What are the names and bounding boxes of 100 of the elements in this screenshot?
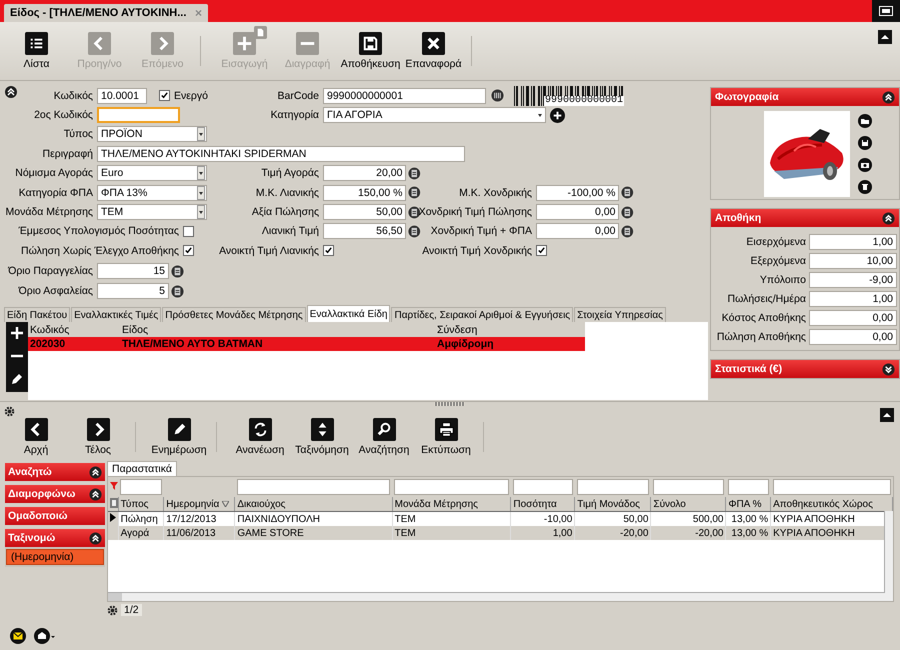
camera-icon[interactable] — [858, 158, 872, 172]
column-header[interactable]: Σύνολο — [650, 497, 726, 512]
column-header[interactable]: Ημερομηνία — [164, 497, 235, 512]
group-header[interactable]: Διαμορφώνω — [5, 485, 105, 503]
number-field[interactable]: -100,00 % — [536, 184, 620, 201]
print-button[interactable]: Εκτύπωση — [415, 418, 477, 456]
tab[interactable]: Παρτίδες, Σειρακοί Αριθμοί & Εγγυήσεις — [391, 307, 574, 322]
envelope-icon[interactable] — [10, 628, 26, 644]
filter-field[interactable] — [120, 479, 162, 495]
tab[interactable]: Είδη Πακέτου — [4, 307, 70, 322]
gear-icon[interactable] — [107, 604, 118, 616]
add-icon[interactable] — [550, 108, 565, 123]
filter-field[interactable] — [576, 479, 649, 495]
column-header[interactable]: Μονάδα Μέτρησης — [392, 497, 511, 512]
barcode-field[interactable]: 9990000000001 — [323, 88, 486, 104]
collapse-icon[interactable] — [89, 488, 102, 500]
folder-icon[interactable] — [858, 114, 872, 128]
group-header[interactable]: Ομαδοποιώ — [5, 507, 105, 525]
type-dropdown[interactable]: ΠΡΟΪΟΝ — [97, 126, 207, 142]
column-header[interactable]: Τιμή Μονάδος — [574, 497, 651, 512]
tab[interactable]: Εναλλακτικές Τιμές — [71, 307, 162, 322]
column-header[interactable]: Αποθηκευτικός Χώρος — [770, 497, 892, 512]
collapse-icon[interactable] — [89, 466, 102, 478]
filter-field[interactable] — [652, 479, 724, 495]
calculator-icon[interactable] — [408, 186, 421, 200]
checkbox[interactable] — [536, 245, 547, 256]
calculator-icon[interactable] — [408, 224, 421, 238]
column-header[interactable]: Τύπος — [118, 497, 164, 512]
last-button[interactable]: Τέλος — [67, 418, 129, 456]
dropdown[interactable]: ΤΕΜ — [97, 204, 207, 220]
number-field[interactable]: 5 — [97, 283, 169, 300]
filter-icon[interactable] — [110, 482, 118, 490]
first-button[interactable]: Αρχή — [5, 418, 67, 456]
tab[interactable]: Παραστατικά — [107, 461, 177, 476]
checkbox[interactable] — [183, 245, 194, 256]
column-header[interactable]: ΦΠΑ % — [726, 497, 771, 512]
collapse-icon[interactable] — [882, 212, 895, 224]
horizontal-scrollbar[interactable] — [108, 592, 885, 601]
checkbox[interactable] — [323, 245, 334, 256]
number-field[interactable]: 15 — [97, 263, 169, 280]
filter-field[interactable] — [394, 479, 509, 495]
panel-header[interactable]: Στατιστικά (€) — [711, 360, 899, 378]
number-field[interactable]: 56,50 — [323, 223, 406, 240]
table-row[interactable]: 202030 ΤΗΛΕ/ΜΕΝΟ ΑΥΤΟ BATMAN Αμφίδρομη — [28, 337, 585, 351]
filter-field[interactable] — [512, 479, 573, 495]
calculator-icon[interactable] — [408, 166, 421, 180]
collapse-icon[interactable] — [878, 30, 892, 44]
collapse-icon[interactable] — [5, 86, 17, 98]
calculator-icon[interactable] — [621, 186, 634, 200]
number-field[interactable]: 0,00 — [536, 223, 620, 240]
window-menu-button[interactable] — [872, 0, 900, 22]
refresh-button[interactable]: Ανανέωση — [229, 418, 291, 456]
splitter-handle[interactable] — [435, 402, 465, 406]
list-button[interactable]: Λίστα — [5, 32, 68, 70]
dropdown[interactable]: ΦΠΑ 13% — [97, 184, 207, 201]
column-header[interactable]: Ποσότητα — [510, 497, 575, 512]
collapse-icon[interactable] — [89, 532, 102, 544]
trash-icon[interactable] — [858, 180, 872, 194]
home-menu-icon[interactable] — [34, 628, 56, 644]
category-dropdown[interactable]: ΓΙΑ ΑΓΟΡΙΑ — [323, 107, 546, 124]
second-code-field[interactable] — [97, 107, 180, 124]
sort-button[interactable]: Ταξινόμηση — [291, 418, 353, 456]
number-field[interactable]: 20,00 — [323, 165, 406, 182]
tab[interactable]: Πρόσθετες Μονάδες Μέτρησης — [162, 307, 306, 322]
save-button[interactable]: Αποθήκευση — [339, 32, 402, 70]
barcode-scan-icon[interactable] — [491, 89, 504, 102]
calculator-icon[interactable] — [171, 264, 184, 278]
panel-header[interactable]: Φωτογραφία — [711, 88, 899, 106]
vertical-scrollbar[interactable] — [884, 511, 893, 601]
dropdown[interactable]: Euro — [97, 165, 207, 182]
group-header[interactable]: Αναζητώ — [5, 463, 105, 481]
floppy-disk-icon[interactable] — [858, 136, 872, 150]
number-field[interactable]: 150,00 % — [323, 184, 406, 201]
column-chooser-icon[interactable] — [110, 498, 118, 508]
panel-header[interactable]: Αποθήκη — [711, 209, 899, 227]
number-field[interactable]: 0,00 — [536, 204, 620, 220]
reset-button[interactable]: Επαναφορά — [402, 32, 465, 70]
code-field[interactable]: 10.0001 — [97, 88, 147, 104]
collapse-icon[interactable] — [880, 408, 894, 422]
gear-icon[interactable] — [4, 406, 15, 417]
collapse-icon[interactable] — [882, 90, 895, 104]
description-field[interactable]: ΤΗΛΕ/ΜΕΝΟ ΑΥΤΟΚΙΝΗΤΑΚΙ SPIDERMAN — [97, 146, 465, 162]
document-icon[interactable] — [254, 26, 267, 39]
calculator-icon[interactable] — [621, 224, 634, 238]
calculator-icon[interactable] — [621, 206, 634, 219]
calculator-icon[interactable] — [171, 284, 184, 298]
search-button[interactable]: Αναζήτηση — [353, 418, 415, 456]
number-field[interactable]: 50,00 — [323, 204, 406, 220]
checkbox[interactable] — [183, 226, 194, 237]
tab[interactable]: Εναλλακτικά Είδη — [306, 305, 390, 322]
filter-field[interactable] — [772, 479, 890, 495]
checkbox[interactable] — [159, 90, 170, 102]
column-header[interactable]: Δικαιούχος — [234, 497, 392, 512]
sort-item[interactable]: (Ημερομηνία) — [6, 549, 104, 565]
filter-field[interactable] — [728, 479, 769, 495]
document-tab[interactable]: Είδος - [ΤΗΛΕ/ΜΕΝΟ ΑΥΤΟΚΙΝΗ... × — [4, 4, 208, 22]
expand-icon[interactable] — [882, 362, 895, 376]
filter-field[interactable] — [236, 479, 390, 495]
update-button[interactable]: Ενημέρωση — [148, 418, 210, 456]
calculator-icon[interactable] — [408, 206, 421, 219]
